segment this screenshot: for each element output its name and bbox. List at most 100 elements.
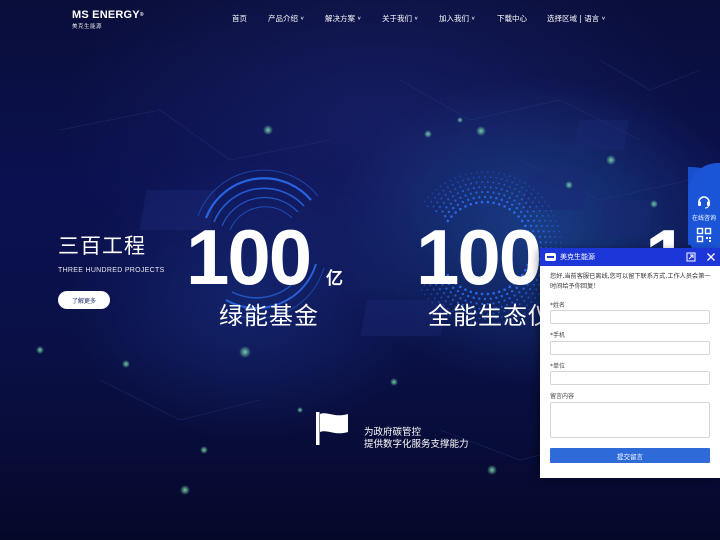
- feature-line-2: 提供数字化服务支撑能力: [364, 439, 469, 450]
- ring-dot: [547, 205, 550, 207]
- ring-dot: [449, 179, 452, 182]
- ring-dot: [503, 205, 506, 208]
- ring-dot: [538, 210, 541, 213]
- ring-dot: [544, 200, 546, 203]
- ring-dot: [547, 230, 550, 233]
- ring-dot: [522, 206, 525, 209]
- ring-dot: [438, 205, 441, 208]
- ring-dot: [505, 190, 509, 193]
- minimize-icon[interactable]: [686, 252, 696, 262]
- ring-dot: [492, 201, 495, 205]
- ring-dot: [489, 186, 492, 189]
- ring-dot: [528, 185, 531, 188]
- ring-dot: [481, 171, 484, 173]
- stat-number: 100: [186, 213, 312, 301]
- submit-message-button[interactable]: 提交留言: [550, 448, 710, 463]
- ring-dot: [439, 185, 442, 188]
- ring-dot: [541, 205, 544, 208]
- company-field[interactable]: [550, 371, 710, 385]
- ring-dot: [447, 198, 450, 201]
- ring-dot: [508, 196, 511, 199]
- nav-item-join[interactable]: 加入我们 ∨: [439, 13, 497, 24]
- close-icon[interactable]: [706, 252, 716, 262]
- stat-unit: 亿: [326, 269, 343, 289]
- ring-dot: [459, 207, 462, 211]
- ring-dot: [511, 192, 514, 195]
- ring-dot: [475, 191, 478, 194]
- ring-dot: [544, 210, 547, 212]
- ring-dot: [442, 189, 445, 192]
- ring-dot: [461, 200, 465, 204]
- ring-dot: [536, 192, 539, 195]
- headset-icon[interactable]: [696, 193, 712, 209]
- ring-dot: [532, 188, 535, 191]
- ring-dot: [437, 193, 440, 195]
- ring-dot: [518, 190, 521, 193]
- ring-dot: [497, 192, 501, 195]
- field-label-name: *姓名: [550, 302, 566, 309]
- nav-item-home[interactable]: 首页: [232, 13, 268, 24]
- ring-dot: [472, 197, 475, 200]
- ring-dot: [459, 196, 462, 199]
- ring-dot: [525, 189, 528, 192]
- ring-dot: [426, 205, 429, 208]
- ring-dot: [546, 225, 549, 227]
- ring-dot: [456, 192, 459, 195]
- ring-dot: [520, 198, 523, 201]
- nav-item-downloads[interactable]: 下载中心: [497, 13, 547, 24]
- ring-dot: [480, 200, 484, 204]
- qr-code-icon[interactable]: [696, 227, 712, 243]
- ring-dot: [427, 196, 430, 199]
- ring-dot: [470, 182, 473, 185]
- ring-dot: [558, 230, 560, 233]
- ring-dot: [497, 182, 500, 185]
- ring-dot: [500, 178, 503, 180]
- ring-dot: [516, 195, 519, 198]
- learn-more-button[interactable]: 了解更多: [58, 291, 110, 309]
- chevron-down-icon: ∨: [300, 15, 305, 22]
- chevron-down-icon: ∨: [601, 15, 606, 22]
- top-nav: MS ENERGY® 美克生能源 首页 产品介绍 ∨ 解决方案 ∨ 关于我们 ∨ 加入…: [0, 0, 720, 36]
- ring-dot: [552, 214, 555, 217]
- chat-panel: 美克生能源 您好,当前客服已离线,您可以留下联系方式,工作人员会第一时间给予你回…: [540, 248, 720, 478]
- ring-dot: [500, 188, 503, 191]
- ring-dot: [506, 179, 508, 182]
- ring-dot: [454, 199, 457, 202]
- nav-item-label: 首页: [232, 14, 247, 23]
- nav-item-solutions[interactable]: 解决方案 ∨: [325, 13, 382, 24]
- ring-dot: [475, 171, 478, 174]
- ring-dot: [497, 172, 500, 175]
- ring-dot: [470, 172, 473, 175]
- nav-item-about[interactable]: 关于我们 ∨: [382, 13, 439, 24]
- ring-dot: [515, 206, 519, 210]
- brand-logo[interactable]: MS ENERGY® 美克生能源: [72, 10, 144, 31]
- stat-number: 100: [416, 213, 542, 301]
- ring-dot: [525, 201, 528, 204]
- nav-item-products[interactable]: 产品介绍 ∨: [268, 13, 325, 24]
- ring-dot: [542, 230, 545, 233]
- nav-item-label: 产品介绍: [268, 14, 298, 23]
- phone-field[interactable]: [550, 341, 710, 355]
- ring-dot: [534, 196, 537, 199]
- ring-dot: [513, 199, 516, 202]
- nav-item-region-language[interactable]: 选择区域 | 语言 ∨: [547, 13, 606, 24]
- ring-dot: [464, 173, 467, 176]
- brand-subtitle: 美克生能源: [72, 24, 103, 30]
- message-textarea[interactable]: [550, 402, 710, 438]
- ring-dot: [481, 181, 484, 184]
- ring-dot: [489, 176, 492, 179]
- ring-dot: [543, 235, 547, 238]
- ring-dot: [535, 205, 538, 208]
- ring-dot: [532, 210, 535, 213]
- ring-dot: [478, 176, 481, 179]
- ring-dot: [475, 181, 478, 184]
- ring-dot: [549, 219, 552, 222]
- ring-dot: [527, 197, 530, 200]
- ring-dot: [433, 196, 436, 199]
- online-consult-label[interactable]: 在线咨询: [692, 213, 716, 222]
- ring-dot: [540, 196, 543, 199]
- ring-dot: [544, 241, 547, 244]
- name-field[interactable]: [550, 310, 710, 324]
- ring-dot: [469, 202, 473, 206]
- ring-dot: [518, 202, 521, 205]
